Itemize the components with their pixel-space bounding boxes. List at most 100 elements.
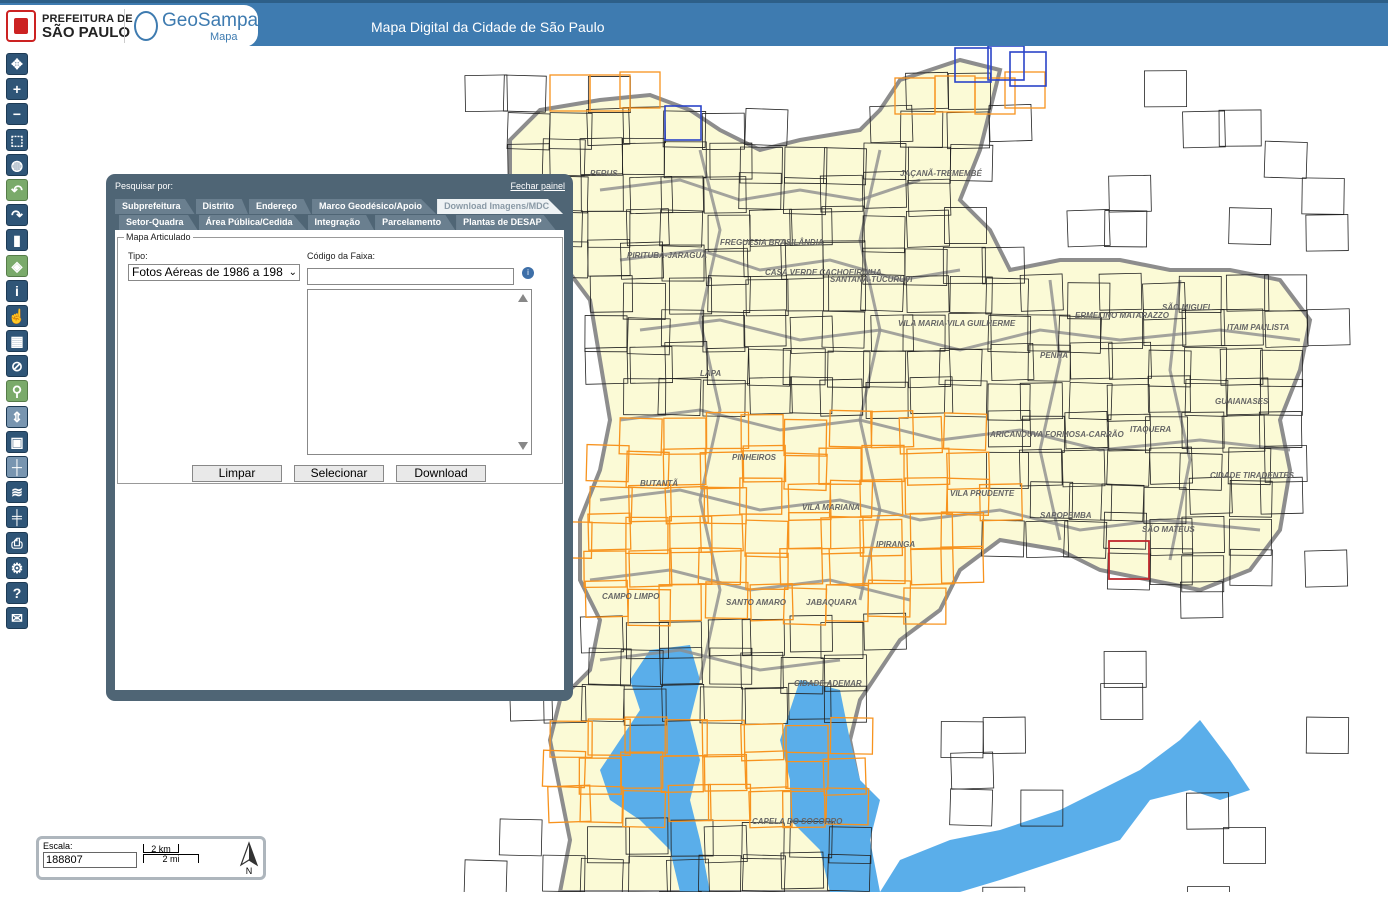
print-button[interactable]: ⎙ (6, 532, 28, 554)
district-label: PENHA (1040, 351, 1068, 360)
tab-marco-geod-sico-apoio[interactable]: Marco Geodésico/Apoio (312, 199, 436, 214)
tab-endere-o[interactable]: Endereço (249, 199, 311, 214)
district-label: SÃO MATEUS (1142, 525, 1195, 534)
mail-icon: ✉ (11, 610, 23, 626)
clear-button[interactable]: Limpar (192, 465, 282, 482)
info-icon[interactable]: i (522, 267, 534, 279)
photo-tile (745, 108, 788, 145)
pan-button[interactable]: ✥ (6, 53, 28, 75)
district-label: SANTO AMARO (726, 598, 787, 607)
mail-button[interactable]: ✉ (6, 607, 28, 629)
tipo-value: Fotos Aéreas de 1986 a 198 (132, 265, 283, 279)
page-title: Mapa Digital da Cidade de São Paulo (371, 19, 605, 35)
scroll-down-icon[interactable] (518, 442, 528, 450)
photo-tile (1105, 211, 1147, 247)
district-label: ERMELINO MATARAZZO (1075, 311, 1170, 320)
measure-button[interactable]: ⇕ (6, 406, 28, 428)
scale-input[interactable]: 188807 (43, 852, 137, 868)
codigo-faixa-input[interactable] (307, 268, 514, 285)
scale-widget: Escala: 188807 2 km 2 mi N (36, 836, 266, 880)
photo-tile (1188, 887, 1230, 892)
district-label: IPIRANGA (876, 540, 915, 549)
north-arrow-icon: N (237, 841, 261, 875)
tab-integra-o[interactable]: Integração (308, 215, 375, 230)
no-edit-button[interactable]: ⊘ (6, 355, 28, 377)
tab--rea-p-blica-cedida[interactable]: Área Pública/Cedida (199, 215, 307, 230)
district-label: JAÇANÃ-TREMEMBÉ (900, 169, 982, 178)
district-label: VILA MARIANA (802, 503, 860, 512)
district-label: VILA PRUDENTE (950, 489, 1015, 498)
save-icon: ▣ (10, 434, 23, 450)
zoom-out-button[interactable]: − (6, 103, 28, 125)
geosampa-name: GeoSampa (162, 10, 258, 32)
photo-tile (1067, 209, 1110, 246)
scale-label: Escala: (43, 841, 73, 851)
logo-area: PREFEITURA DE SÃO PAULO GeoSampa Mapa (0, 5, 258, 47)
district-label: CIDADE ADEMAR (794, 679, 862, 688)
photo-tile (989, 104, 1032, 141)
ruler-icon: ┼ (12, 459, 22, 475)
info-icon: i (15, 283, 19, 299)
reservoir-2 (880, 720, 1250, 892)
tab-setor-quadra[interactable]: Setor-Quadra (119, 215, 198, 230)
chevron-down-icon: ⌄ (289, 265, 297, 280)
photo-tile (1224, 827, 1266, 863)
tab-plantas-de-desap[interactable]: Plantas de DESAP (456, 215, 556, 230)
photo-tile (983, 717, 1025, 754)
search-button[interactable]: ⚲ (6, 380, 28, 402)
pointer-icon: ☝ (8, 308, 25, 324)
layers-button[interactable]: ◈ (6, 255, 28, 277)
tab-row-2: Setor-QuadraÁrea Pública/CedidaIntegraçã… (119, 215, 557, 230)
settings-button[interactable]: ⚙ (6, 557, 28, 579)
tab-parcelamento[interactable]: Parcelamento (375, 215, 455, 230)
redo-button[interactable]: ↷ (6, 204, 28, 226)
search-icon: ⚲ (12, 383, 22, 399)
select-button[interactable]: Selecionar (294, 465, 384, 482)
zoom-in-button[interactable]: + (6, 78, 28, 100)
ruler-button[interactable]: ┼ (6, 456, 28, 478)
district-label: PIRITUBA-JARAGUÁ (627, 251, 707, 260)
tab-distrito[interactable]: Distrito (196, 199, 249, 214)
hydro-button[interactable]: ≋ (6, 481, 28, 503)
scale-bar-km: 2 km (143, 844, 179, 853)
save-button[interactable]: ▣ (6, 431, 28, 453)
scroll-up-icon[interactable] (518, 294, 528, 302)
district-label: PERUS (590, 169, 618, 178)
help-button[interactable]: ? (6, 582, 28, 604)
tab-row-1: SubprefeituraDistritoEndereçoMarco Geodé… (115, 199, 564, 214)
photo-tile (1229, 208, 1272, 245)
district-label: SANTANA-TUCURUVI (830, 275, 913, 284)
pan-icon: ✥ (11, 56, 23, 72)
help-icon: ? (13, 585, 22, 601)
bookmark-button[interactable]: ▮ (6, 229, 28, 251)
pointer-button[interactable]: ☝ (6, 305, 28, 327)
photo-tile (1305, 550, 1348, 587)
info-button[interactable]: i (6, 280, 28, 302)
results-listbox[interactable] (307, 289, 532, 455)
geosampa-subtitle: Mapa (210, 31, 238, 43)
measure-icon: ⇕ (11, 409, 23, 425)
globe-button[interactable]: ◍ (6, 154, 28, 176)
download-button[interactable]: Download (396, 465, 486, 482)
bookmark-icon: ▮ (13, 232, 21, 248)
table-icon: ▦ (10, 333, 23, 349)
district-label: VILA MARIA-VILA GUILHERME (898, 319, 1016, 328)
photo-tile (1307, 309, 1350, 346)
photo-tile (983, 887, 1025, 892)
scalebar-button[interactable]: ╪ (6, 506, 28, 528)
redo-icon: ↷ (11, 207, 23, 223)
close-panel-link[interactable]: Fechar painel (510, 181, 565, 191)
undo-button[interactable]: ↶ (6, 179, 28, 201)
district-label: CAMPO LIMPO (602, 592, 660, 601)
district-label: ITAQUERA (1130, 425, 1171, 434)
zoom-box-button[interactable]: ⬚ (6, 129, 28, 151)
tipo-select[interactable]: Fotos Aéreas de 1986 a 198 ⌄ (128, 264, 300, 281)
tipo-label: Tipo: (128, 251, 148, 261)
prefeitura-line2: SÃO PAULO (42, 24, 130, 41)
tab-subprefeitura[interactable]: Subprefeitura (115, 199, 195, 214)
undo-icon: ↶ (11, 182, 23, 198)
tab-download-imagens-mdc[interactable]: Download Imagens/MDC (437, 199, 563, 214)
print-icon: ⎙ (11, 535, 22, 551)
table-button[interactable]: ▦ (6, 330, 28, 352)
photo-tile (465, 75, 508, 112)
